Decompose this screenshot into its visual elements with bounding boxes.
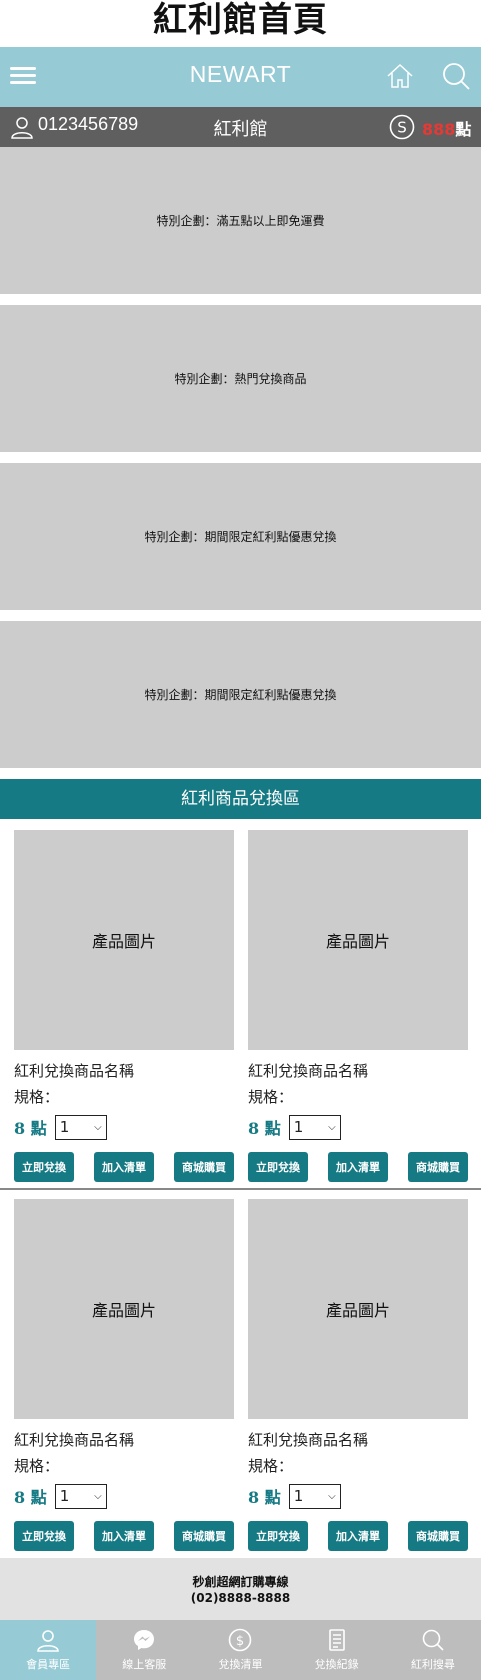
product-name[interactable]: 紅利兌換商品名稱	[14, 1429, 234, 1451]
banner-limited-offer[interactable]: 特別企劃：期間限定紅利點優惠兌換	[0, 463, 481, 610]
tab-member-zone[interactable]: 會員專區	[0, 1620, 97, 1680]
member-bar: 0123456789 紅利館 S 888點	[0, 107, 481, 147]
product-price: 8 點	[14, 1488, 47, 1507]
hotline-label: 秒創超網訂購專線	[192, 1575, 289, 1589]
row-divider	[0, 1188, 481, 1190]
price-row: 8 點 1 ⌵	[14, 1114, 234, 1140]
product-actions: 立即兌換 加入清單 商城購買	[14, 1152, 234, 1182]
quantity-value: 1	[59, 1118, 70, 1136]
redeem-zone-header: 紅利商品兌換區	[0, 779, 481, 819]
tab-label: 會員專區	[26, 1658, 71, 1671]
product-card: 產品圖片 紅利兌換商品名稱 規格： 8 點 1 ⌵ 立即兌換 加入清單 商城購買	[248, 830, 468, 1182]
quantity-select[interactable]: 1 ⌵	[288, 1483, 341, 1509]
product-card: 產品圖片 紅利兌換商品名稱 規格： 8 點 1 ⌵ 立即兌換 加入清單 商城購買	[14, 830, 234, 1182]
chevron-down-icon: ⌵	[94, 1490, 102, 1502]
redeem-now-button[interactable]: 立即兌換	[14, 1521, 74, 1551]
tab-label: 線上客服	[122, 1658, 167, 1671]
product-price: 8 點	[248, 1119, 281, 1138]
tab-redeem-list[interactable]: $ 兌換清單	[192, 1620, 288, 1680]
banner-limited-offer-2[interactable]: 特別企劃：期間限定紅利點優惠兌換	[0, 621, 481, 768]
coin-icon: $	[229, 1628, 252, 1652]
quantity-select[interactable]: 1 ⌵	[54, 1114, 107, 1140]
tab-label: 兌換紀錄	[314, 1658, 359, 1671]
quantity-value: 1	[293, 1487, 304, 1505]
bottom-tab-bar: 會員專區 線上客服 $ 兌換清單 兌換紀錄 紅利搜尋	[0, 1620, 481, 1680]
page-title: 紅利館首頁	[153, 0, 328, 40]
add-to-list-button[interactable]: 加入清單	[94, 1521, 154, 1551]
product-spec: 規格：	[14, 1088, 60, 1106]
product-spec: 規格：	[248, 1088, 294, 1106]
product-card: 產品圖片 紅利兌換商品名稱 規格： 8 點 1 ⌵ 立即兌換 加入清單 商城購買	[248, 1199, 468, 1551]
redeem-now-button[interactable]: 立即兌換	[248, 1152, 308, 1182]
product-price: 8 點	[248, 1488, 281, 1507]
price-row: 8 點 1 ⌵	[248, 1483, 468, 1509]
chevron-down-icon: ⌵	[328, 1121, 336, 1133]
messenger-icon	[134, 1630, 155, 1650]
quantity-value: 1	[293, 1118, 304, 1136]
quantity-select[interactable]: 1 ⌵	[288, 1114, 341, 1140]
hotline-number[interactable]: (02)8888-8888	[0, 1590, 481, 1606]
product-actions: 立即兌換 加入清單 商城購買	[248, 1152, 468, 1182]
product-name[interactable]: 紅利兌換商品名稱	[248, 1060, 468, 1082]
product-image[interactable]: 產品圖片	[14, 830, 234, 1050]
shop-buy-button[interactable]: 商城購買	[174, 1152, 234, 1182]
product-actions: 立即兌換 加入清單 商城購買	[248, 1521, 468, 1551]
add-to-list-button[interactable]: 加入清單	[328, 1521, 388, 1551]
product-actions: 立即兌換 加入清單 商城購買	[14, 1521, 234, 1551]
tab-redeem-history[interactable]: 兌換紀錄	[289, 1620, 385, 1680]
product-price: 8 點	[14, 1119, 47, 1138]
tab-label: 兌換清單	[218, 1658, 263, 1671]
shop-buy-button[interactable]: 商城購買	[174, 1521, 234, 1551]
receipt-icon	[328, 1629, 345, 1651]
redeem-now-button[interactable]: 立即兌換	[248, 1521, 308, 1551]
product-card: 產品圖片 紅利兌換商品名稱 規格： 8 點 1 ⌵ 立即兌換 加入清單 商城購買	[14, 1199, 234, 1551]
order-hotline: 秒創超網訂購專線 (02)8888-8888	[0, 1558, 481, 1620]
add-to-list-button[interactable]: 加入清單	[94, 1152, 154, 1182]
dollar-coin-icon: S	[389, 114, 415, 140]
quantity-select[interactable]: 1 ⌵	[54, 1483, 107, 1509]
product-image[interactable]: 產品圖片	[248, 1199, 468, 1419]
product-name[interactable]: 紅利兌換商品名稱	[14, 1060, 234, 1082]
redeem-now-button[interactable]: 立即兌換	[14, 1152, 74, 1182]
product-name[interactable]: 紅利兌換商品名稱	[248, 1429, 468, 1451]
user-icon	[37, 1630, 59, 1652]
search-icon	[422, 1629, 444, 1651]
product-image[interactable]: 產品圖片	[248, 830, 468, 1050]
tab-points-search[interactable]: 紅利搜尋	[385, 1620, 481, 1680]
price-row: 8 點 1 ⌵	[14, 1483, 234, 1509]
home-icon[interactable]	[385, 61, 415, 91]
points-value: 888	[422, 120, 456, 139]
banner-free-shipping[interactable]: 特別企劃：滿五點以上即免運費	[0, 147, 481, 294]
quantity-value: 1	[59, 1487, 70, 1505]
banner-hot-items[interactable]: 特別企劃：熱門兌換商品	[0, 305, 481, 452]
price-row: 8 點 1 ⌵	[248, 1114, 468, 1140]
add-to-list-button[interactable]: 加入清單	[328, 1152, 388, 1182]
chevron-down-icon: ⌵	[328, 1490, 336, 1502]
shop-buy-button[interactable]: 商城購買	[408, 1152, 468, 1182]
shop-buy-button[interactable]: 商城購買	[408, 1521, 468, 1551]
chevron-down-icon: ⌵	[94, 1121, 102, 1133]
points-unit: 點	[455, 120, 472, 139]
tab-online-support[interactable]: 線上客服	[96, 1620, 192, 1680]
points-display: 888點	[422, 116, 471, 140]
product-image[interactable]: 產品圖片	[14, 1199, 234, 1419]
product-spec: 規格：	[248, 1457, 294, 1475]
tab-label: 紅利搜尋	[410, 1658, 455, 1671]
top-nav-bar: NEWART	[0, 47, 481, 107]
svg-text:S: S	[397, 119, 407, 137]
svg-text:$: $	[236, 1634, 244, 1649]
product-spec: 規格：	[14, 1457, 60, 1475]
search-icon[interactable]	[441, 61, 471, 91]
